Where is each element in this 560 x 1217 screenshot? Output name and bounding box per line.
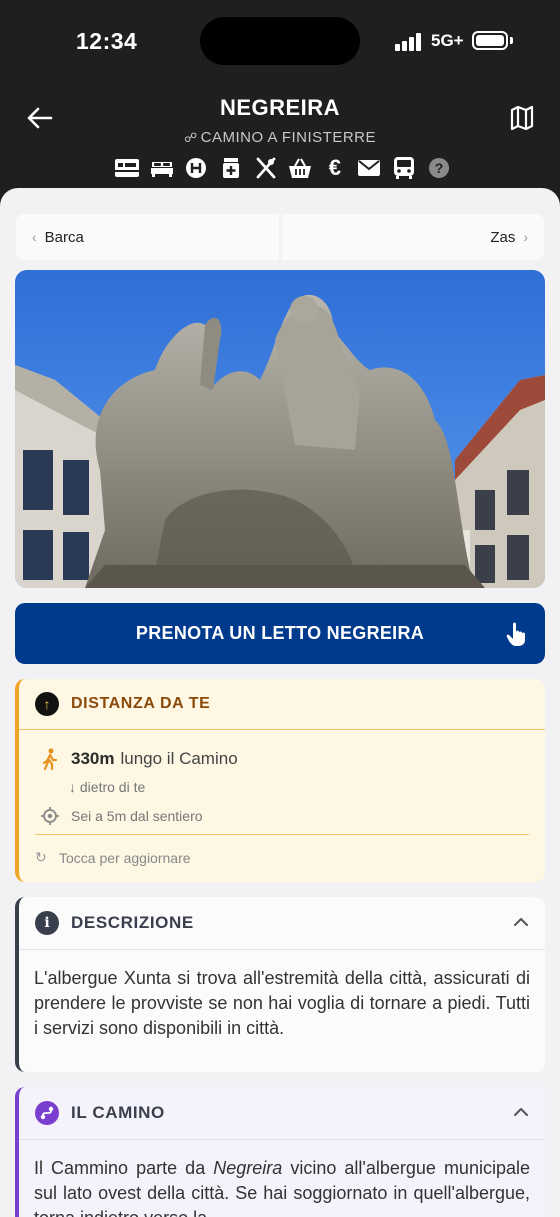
hero-photo[interactable]	[15, 270, 545, 588]
chevron-up-icon	[514, 1108, 528, 1116]
chevron-right-icon: ›	[523, 229, 528, 245]
bed-icon[interactable]	[145, 154, 180, 182]
stage-nav: ‹ Barca Zas ›	[16, 214, 544, 260]
header: NEGREIRA ☍ CAMINO A FINISTERRE € ?	[0, 84, 560, 190]
status-time: 12:34	[76, 28, 138, 54]
svg-text:?: ?	[434, 160, 443, 176]
map-icon	[510, 105, 534, 131]
prev-stop-button[interactable]: ‹ Barca	[16, 214, 279, 260]
book-bed-button[interactable]: PRENOTA UN LETTO NEGREIRA	[15, 603, 545, 664]
distance-behind: ↓ dietro di te	[69, 779, 145, 795]
refresh-button[interactable]: ↻ Tocca per aggiornare	[35, 849, 191, 866]
description-title: DESCRIZIONE	[71, 913, 194, 932]
camino-text-before: Il Cammino parte da	[34, 1158, 214, 1178]
distance-main: 330m lungo il Camino	[39, 748, 238, 770]
dynamic-island	[200, 17, 360, 65]
distance-divider	[35, 834, 529, 835]
distance-offset-text: Sei a 5m dal sentiero	[71, 808, 203, 824]
walking-icon	[42, 748, 58, 770]
description-card: i DESCRIZIONE L'albergue Xunta si trova …	[15, 897, 545, 1072]
signal-icon	[395, 33, 425, 51]
map-button[interactable]	[508, 104, 536, 132]
camino-card: IL CAMINO Il Cammino parte da Negreira v…	[15, 1087, 545, 1217]
arrow-up-icon: ↑	[35, 692, 59, 716]
albergue-icon[interactable]	[110, 154, 145, 182]
chevron-up-icon	[514, 918, 528, 926]
book-bed-label: PRENOTA UN LETTO NEGREIRA	[135, 623, 425, 643]
distance-value: 330m	[71, 749, 115, 768]
refresh-text: Tocca per aggiornare	[59, 849, 191, 866]
refresh-icon: ↻	[35, 849, 47, 865]
subtitle-text: CAMINO A FINISTERRE	[200, 129, 377, 146]
camino-text-town: Negreira	[213, 1158, 283, 1178]
content-sheet: ‹ Barca Zas › PRENOTA UN LETTO NEGREIRA …	[0, 188, 560, 1217]
arrow-down-icon: ↓	[69, 779, 76, 795]
camino-header[interactable]: IL CAMINO	[19, 1087, 545, 1140]
page-title: NEGREIRA	[219, 95, 341, 120]
next-stop-label: Zas	[490, 228, 516, 246]
route-icon: ☍	[183, 130, 198, 145]
service-icons: € ?	[110, 154, 456, 182]
chevron-left-icon: ‹	[32, 229, 37, 245]
next-stop-button[interactable]: Zas ›	[281, 214, 544, 260]
bus-icon[interactable]	[387, 154, 422, 182]
atm-euro-icon[interactable]: €	[318, 154, 353, 182]
hotel-icon[interactable]	[179, 154, 214, 182]
prev-stop-label: Barca	[44, 228, 84, 246]
tap-hand-icon	[506, 622, 525, 646]
page-subtitle: ☍ CAMINO A FINISTERRE	[0, 129, 560, 146]
distance-behind-text: dietro di te	[79, 779, 146, 795]
camino-text: Il Cammino parte da Negreira vicino all'…	[19, 1140, 545, 1217]
help-icon[interactable]: ?	[421, 154, 456, 182]
camino-title: IL CAMINO	[71, 1103, 165, 1122]
shop-basket-icon[interactable]	[283, 154, 318, 182]
network-label: 5G+	[431, 31, 464, 50]
distance-header: ↑ DISTANZA DA TE	[19, 679, 545, 730]
description-text: L'albergue Xunta si trova all'estremità …	[34, 968, 530, 1038]
status-bar: 12:34 5G+	[0, 0, 560, 84]
distance-offset: Sei a 5m dal sentiero	[39, 806, 203, 826]
description-header[interactable]: i DESCRIZIONE	[19, 897, 545, 950]
info-icon: i	[35, 911, 59, 935]
battery-tip	[510, 37, 513, 44]
location-target-icon	[41, 807, 59, 825]
restaurant-icon[interactable]	[248, 154, 283, 182]
battery-icon	[472, 31, 508, 50]
mail-icon[interactable]	[352, 154, 387, 182]
pharmacy-icon[interactable]	[214, 154, 249, 182]
route-icon	[35, 1101, 59, 1125]
distance-along-text: lungo il Camino	[120, 749, 238, 768]
distance-card[interactable]: ↑ DISTANZA DA TE 330m lungo il Camino ↓ …	[15, 679, 545, 882]
distance-title: DISTANZA DA TE	[71, 695, 211, 712]
